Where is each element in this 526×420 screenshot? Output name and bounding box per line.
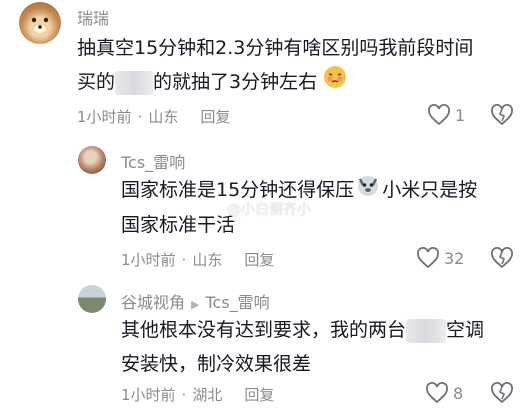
heart-icon [417, 247, 439, 269]
location: 山东 [148, 108, 179, 126]
heart-icon [426, 382, 448, 404]
wolf-emoji-icon [356, 173, 380, 208]
comment-line: 国家标准是15分钟还得保压 小米只是按 [121, 173, 501, 208]
broken-heart-icon [491, 247, 513, 269]
comment-text-segment: 空调 [446, 319, 485, 341]
dislike-button[interactable] [490, 247, 514, 273]
censored-blur [406, 318, 447, 343]
dog-avatar-icon [31, 17, 49, 33]
like-count: 8 [453, 383, 464, 403]
comment-text-segment: 买的 [77, 71, 116, 93]
comment-meta: 1小时前 · 湖北 回复 [121, 384, 275, 405]
comment-line: 买的 的就抽了3分钟左右 [77, 65, 497, 100]
reply-button[interactable]: 回复 [244, 384, 274, 405]
watermark: @小白侧齐小 [227, 202, 311, 218]
comment-text-segment: 其他根本没有达到要求，我的两台 [121, 319, 407, 341]
reply-button[interactable]: 回复 [200, 106, 230, 127]
blushing-emoji-icon [323, 65, 347, 100]
username[interactable]: 瑞瑞 [77, 5, 109, 29]
comment-text: 国家标准是15分钟还得保压 小米只是按 国家标准干活 [121, 173, 501, 242]
avatar[interactable] [19, 2, 61, 44]
dislike-button[interactable] [490, 104, 514, 130]
reply-button[interactable]: 回复 [244, 249, 274, 270]
timestamp: 1小时前 [77, 108, 132, 126]
location: 山东 [192, 251, 223, 269]
timestamp: 1小时前 [121, 251, 176, 269]
like-button[interactable]: 8 [425, 382, 463, 404]
username-row: 谷城视角 ▶ Tcs_雷响 [121, 289, 270, 313]
comment-line: 抽真空15分钟和2.3分钟有啥区别吗我前段时间 [77, 37, 474, 59]
username[interactable]: 谷城视角 [121, 293, 185, 312]
location: 湖北 [192, 386, 223, 404]
like-button[interactable]: 32 [416, 247, 464, 269]
reply-arrow-icon: ▶ [191, 298, 200, 311]
like-count: 32 [444, 248, 465, 268]
reply-to-username[interactable]: Tcs_雷响 [205, 293, 269, 312]
comment-text-segment: 国家标准是15分钟还得保压 [121, 179, 355, 201]
comment-line: 国家标准干活 [121, 214, 236, 236]
comment-text: 其他根本没有达到要求，我的两台 空调 安装快，制冷效果很差 [121, 313, 516, 381]
like-button[interactable]: 1 [427, 104, 465, 126]
comment-text: 抽真空15分钟和2.3分钟有啥区别吗我前段时间 买的 的就抽了3分钟左右 [77, 31, 497, 100]
comment-text-segment: 的就抽了3分钟左右 [153, 71, 318, 93]
like-count: 1 [455, 105, 466, 125]
timestamp: 1小时前 [121, 386, 176, 404]
heart-icon [428, 104, 450, 126]
comment-meta: 1小时前 · 山东 回复 [77, 106, 231, 127]
comment-text-segment: 小米只是按 [382, 179, 478, 201]
comment-line: 其他根本没有达到要求，我的两台 空调 [121, 313, 516, 347]
dislike-button[interactable] [490, 382, 514, 408]
censored-blur [115, 70, 154, 95]
avatar[interactable] [78, 285, 106, 313]
broken-heart-icon [491, 382, 513, 404]
comment-line: 安装快，制冷效果很差 [121, 353, 312, 375]
comment-meta: 1小时前 · 山东 回复 [121, 249, 275, 270]
avatar[interactable] [78, 146, 106, 174]
username[interactable]: Tcs_雷响 [121, 149, 185, 173]
broken-heart-icon [491, 104, 513, 126]
